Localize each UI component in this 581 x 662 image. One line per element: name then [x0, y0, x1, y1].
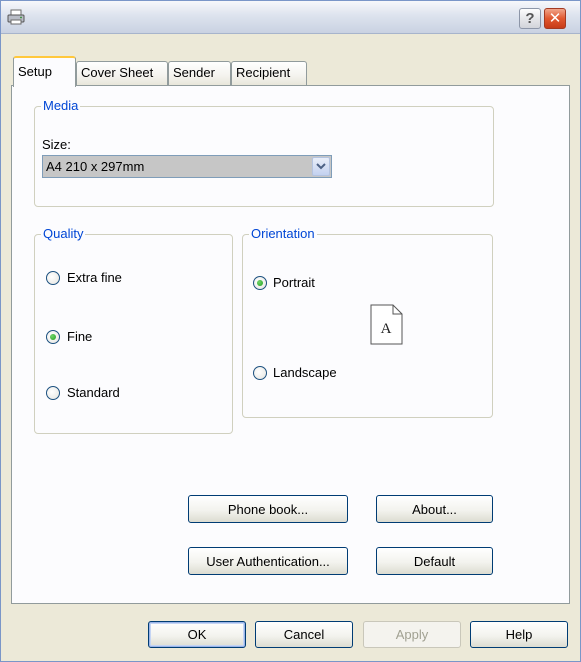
help-title-button[interactable]: ? [519, 8, 541, 29]
phone-book-button[interactable]: Phone book... [188, 495, 348, 523]
tab-cover-sheet[interactable]: Cover Sheet [76, 61, 168, 85]
paper-size-value: A4 210 x 297mm [46, 159, 145, 174]
default-button[interactable]: Default [376, 547, 493, 575]
orientation-group: Orientation Portrait A Landscape [242, 226, 493, 418]
cancel-button[interactable]: Cancel [255, 621, 353, 648]
close-title-button[interactable]: ✕ [544, 8, 566, 29]
orientation-legend: Orientation [249, 226, 317, 242]
apply-button[interactable]: Apply [363, 621, 461, 648]
radio-standard[interactable] [46, 386, 60, 400]
radio-standard-label[interactable]: Standard [67, 385, 120, 401]
paper-size-select[interactable]: A4 210 x 297mm [42, 155, 332, 178]
quality-legend: Quality [41, 226, 86, 242]
portrait-page-icon: A [370, 304, 403, 345]
radio-portrait[interactable] [253, 276, 267, 290]
media-legend: Media [41, 98, 81, 114]
radio-landscape[interactable] [253, 366, 267, 380]
media-group: Media Size: A4 210 x 297mm [34, 98, 494, 207]
tab-sender[interactable]: Sender [168, 61, 231, 85]
tab-recipient[interactable]: Recipient [231, 61, 307, 85]
print-settings-dialog: ? ✕ Setup Cover Sheet Sender Recipient M… [0, 0, 581, 662]
page-icon-letter: A [381, 321, 392, 337]
radio-fine[interactable] [46, 330, 60, 344]
about-button[interactable]: About... [376, 495, 493, 523]
radio-portrait-label[interactable]: Portrait [273, 275, 315, 291]
tab-setup[interactable]: Setup [13, 56, 76, 87]
radio-extra-fine[interactable] [46, 271, 60, 285]
radio-extra-fine-label[interactable]: Extra fine [67, 270, 122, 286]
setup-tab-panel: Media Size: A4 210 x 297mm Quality Extra… [11, 85, 570, 604]
help-button[interactable]: Help [470, 621, 568, 648]
size-label: Size: [42, 137, 71, 152]
quality-group: Quality Extra fine Fine Standard [34, 226, 233, 434]
chevron-down-icon[interactable] [312, 157, 330, 176]
ok-button[interactable]: OK [148, 621, 246, 648]
user-authentication-button[interactable]: User Authentication... [188, 547, 348, 575]
title-bar[interactable]: ? ✕ [1, 1, 580, 34]
printer-fax-icon [7, 9, 25, 25]
radio-landscape-label[interactable]: Landscape [273, 365, 337, 381]
radio-fine-label[interactable]: Fine [67, 329, 92, 345]
